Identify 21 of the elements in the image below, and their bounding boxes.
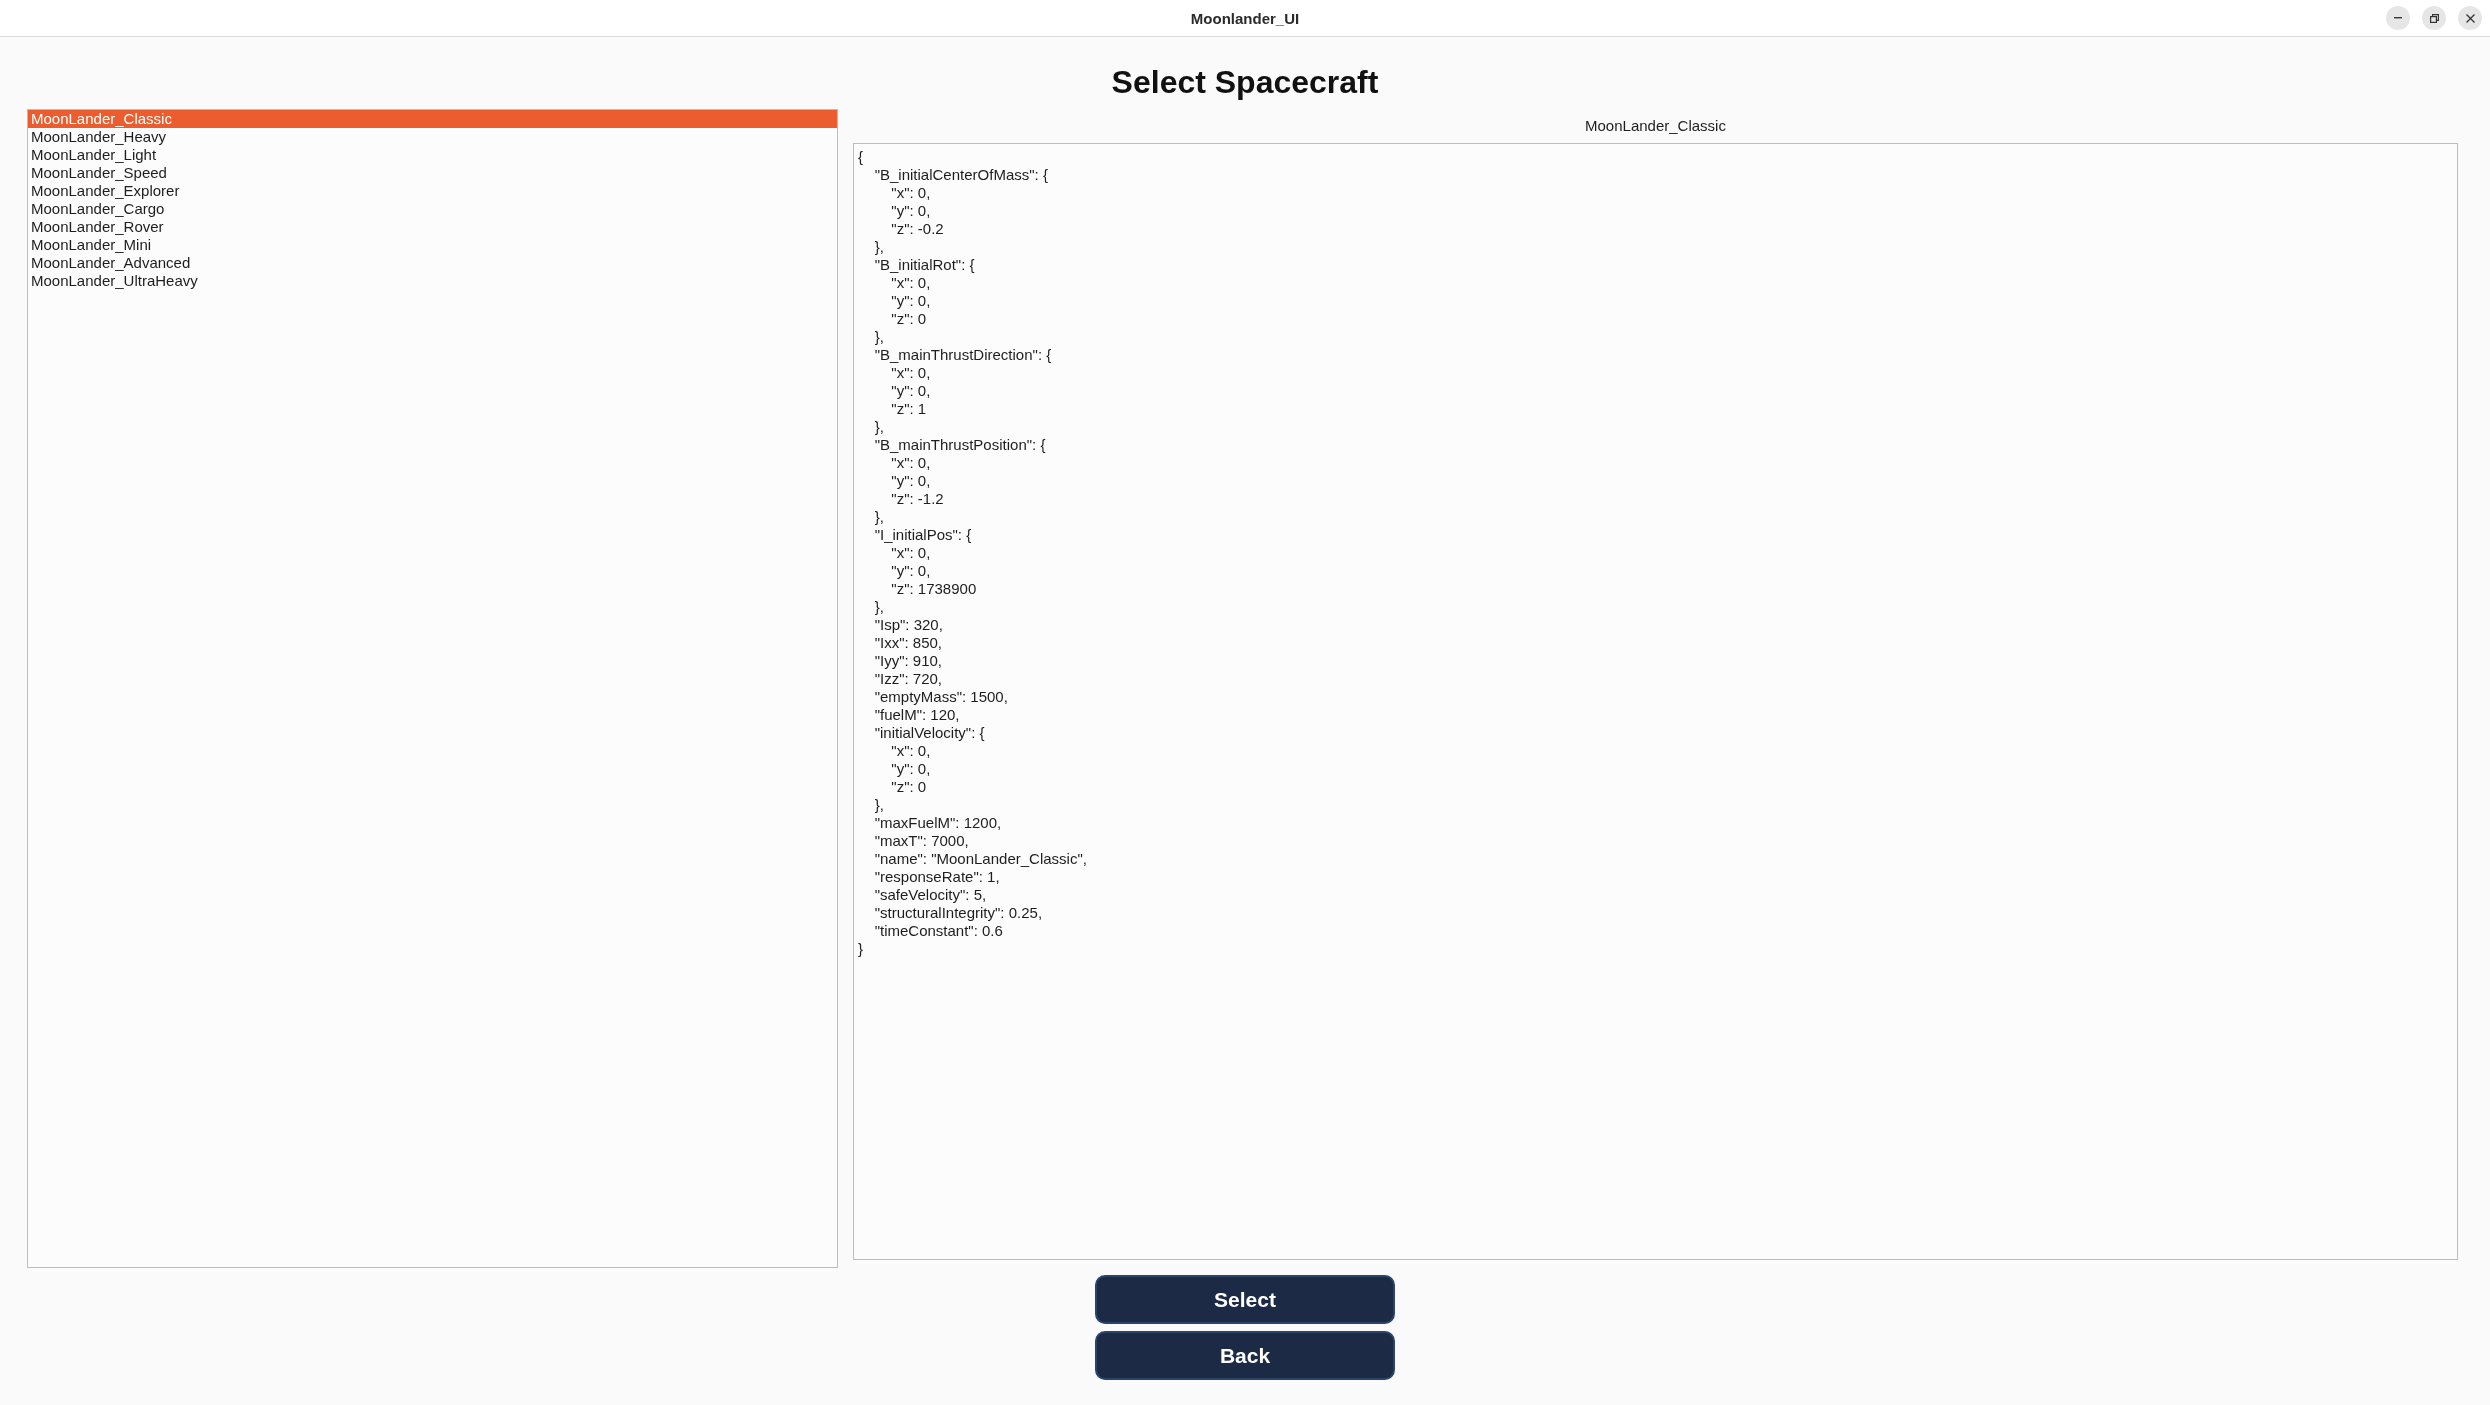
list-item[interactable]: MoonLander_Cargo	[28, 200, 837, 218]
list-item[interactable]: MoonLander_Rover	[28, 218, 837, 236]
restore-icon	[2429, 13, 2439, 23]
list-item[interactable]: MoonLander_Heavy	[28, 128, 837, 146]
list-item[interactable]: MoonLander_Speed	[28, 164, 837, 182]
close-button[interactable]	[2458, 6, 2482, 30]
list-item[interactable]: MoonLander_Explorer	[28, 182, 837, 200]
close-icon	[2465, 13, 2475, 23]
window-title: Moonlander_UI	[1190, 9, 1300, 27]
minimize-button[interactable]	[2386, 6, 2410, 30]
list-item[interactable]: MoonLander_Mini	[28, 236, 837, 254]
preview-title: MoonLander_Classic	[1585, 117, 1726, 134]
list-item[interactable]: MoonLander_Advanced	[28, 254, 837, 272]
text-area[interactable]: { "B_initialCenterOfMass": { "x": 0, "y": 0, "z": -0.2 }, "B_initialRot": { "x": 0, "y": 0, "z": 0 }, "B_mainThrustDirection": { "x": 0, "y": 0, "z": 1 }, "B_mainThrustPosition": { "x": 0, "y": 0, "z": -1.2 }, "I_initialPos": { "x": 0, "y": 0, "z": 1738900 }, "Isp": 320, "Ixx": 850, "Iyy": 910, "Izz": 720, "emptyMass": 1500, "fuelM": 120, "initialVelocity": { "x": 0, "y": 0, "z": 0 }, "maxFuelM": 1200, "maxT": 7000, "name": "MoonLander_Classic", "responseRate": 1, "safeVelocity": 5, "structuralIntegrity": 0.25, "timeConstant": 0.6 }	[853, 143, 2458, 1260]
back-button[interactable]: Back	[1095, 1331, 1395, 1380]
list-item[interactable]: MoonLander_Light	[28, 146, 837, 164]
list-item[interactable]: MoonLander_UltraHeavy	[28, 272, 837, 290]
page-heading: Select Spacecraft	[1111, 63, 1379, 102]
restore-button[interactable]	[2422, 6, 2446, 30]
minimize-icon	[2394, 17, 2402, 19]
select-button[interactable]: Select	[1095, 1275, 1395, 1324]
